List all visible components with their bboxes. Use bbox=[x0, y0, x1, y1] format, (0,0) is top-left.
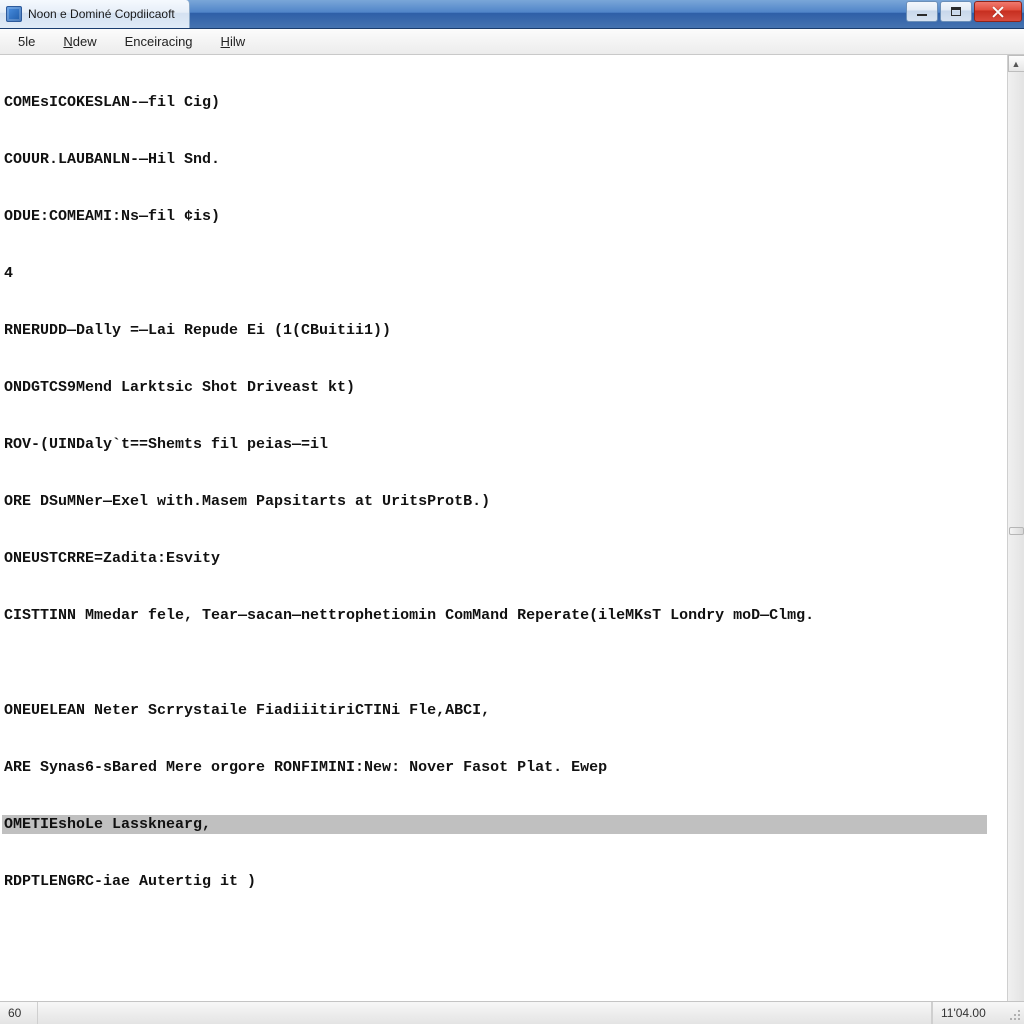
minimize-icon bbox=[917, 14, 927, 16]
menu-view-rest: dew bbox=[73, 34, 97, 49]
maximize-button[interactable] bbox=[940, 1, 972, 22]
editor-line: CISTTINN Mmedar fele, Tear—sacan—nettrop… bbox=[2, 606, 1007, 625]
editor-line: RNERUDD—Dally =—Lai Repude Ei (1(CBuitii… bbox=[2, 321, 1007, 340]
editor-line: ONEUELEAN Neter Scrrystaile FiadiiitiriC… bbox=[2, 701, 1007, 720]
statusbar-line-number: 60 bbox=[0, 1002, 38, 1024]
app-icon bbox=[6, 6, 22, 22]
menu-view-underline: N bbox=[63, 34, 72, 49]
editor-line: COMEsICOKESLAN-—fil Cig) bbox=[2, 93, 1007, 112]
menu-hilw-underline: H bbox=[221, 34, 230, 49]
menu-bar: 5le Ndew Enceiracing Hilw bbox=[0, 29, 1024, 55]
editor-line: 4 bbox=[2, 264, 1007, 283]
editor-line: ONDGTCS9Mend Larktsic Shot Driveast kt) bbox=[2, 378, 1007, 397]
menu-hilw[interactable]: Hilw bbox=[207, 31, 260, 52]
workspace: COMEsICOKESLAN-—fil Cig) COUUR.LAUBANLN-… bbox=[0, 55, 1024, 1001]
chevron-up-icon: ▲ bbox=[1012, 59, 1021, 69]
menu-file[interactable]: 5le bbox=[4, 31, 49, 52]
maximize-icon bbox=[951, 7, 961, 16]
status-bar: 60 11'04.00 bbox=[0, 1001, 1024, 1024]
window-title: Noon e Dominé Copdiicaoft bbox=[28, 7, 175, 21]
statusbar-spacer bbox=[38, 1002, 932, 1024]
scroll-up-button[interactable]: ▲ bbox=[1008, 55, 1024, 72]
window-titlebar: Noon e Dominé Copdiicaoft bbox=[0, 0, 1024, 29]
vertical-scrollbar[interactable]: ▲ bbox=[1007, 55, 1024, 1001]
window-controls bbox=[904, 0, 1024, 28]
editor-line: ROV-(UINDaly`t==Shemts fil peias—=il bbox=[2, 435, 1007, 454]
menu-view[interactable]: Ndew bbox=[49, 31, 110, 52]
editor-line: ONEUSTCRRE=Zadita:Esvity bbox=[2, 549, 1007, 568]
titlebar-left: Noon e Dominé Copdiicaoft bbox=[0, 0, 190, 28]
menu-hilw-rest: ilw bbox=[230, 34, 245, 49]
editor-line: ARE Synas6-sBared Mere orgore RONFIMINI:… bbox=[2, 758, 1007, 777]
resize-grip[interactable] bbox=[1002, 1002, 1024, 1024]
minimize-button[interactable] bbox=[906, 1, 938, 22]
editor-line: ODUE:COMEAMI:Ns—fil ¢is) bbox=[2, 207, 1007, 226]
editor-line: RDPTLENGRC-iae Autertig it ) bbox=[2, 872, 1007, 891]
editor-line: COUUR.LAUBANLN-—Hil Snd. bbox=[2, 150, 1007, 169]
statusbar-position: 11'04.00 bbox=[932, 1002, 1002, 1024]
scrollbar-thumb[interactable] bbox=[1009, 527, 1024, 535]
menu-encoding[interactable]: Enceiracing bbox=[111, 31, 207, 52]
resize-grip-icon bbox=[1008, 1008, 1022, 1022]
editor-line-selected: OMETIEshoLe Lassknearg, bbox=[2, 815, 987, 834]
close-button[interactable] bbox=[974, 1, 1022, 22]
close-icon bbox=[992, 6, 1004, 18]
editor-line: ORE DSuMNer—Exel with.Masem Papsitarts a… bbox=[2, 492, 1007, 511]
text-editor[interactable]: COMEsICOKESLAN-—fil Cig) COUUR.LAUBANLN-… bbox=[0, 55, 1007, 1001]
